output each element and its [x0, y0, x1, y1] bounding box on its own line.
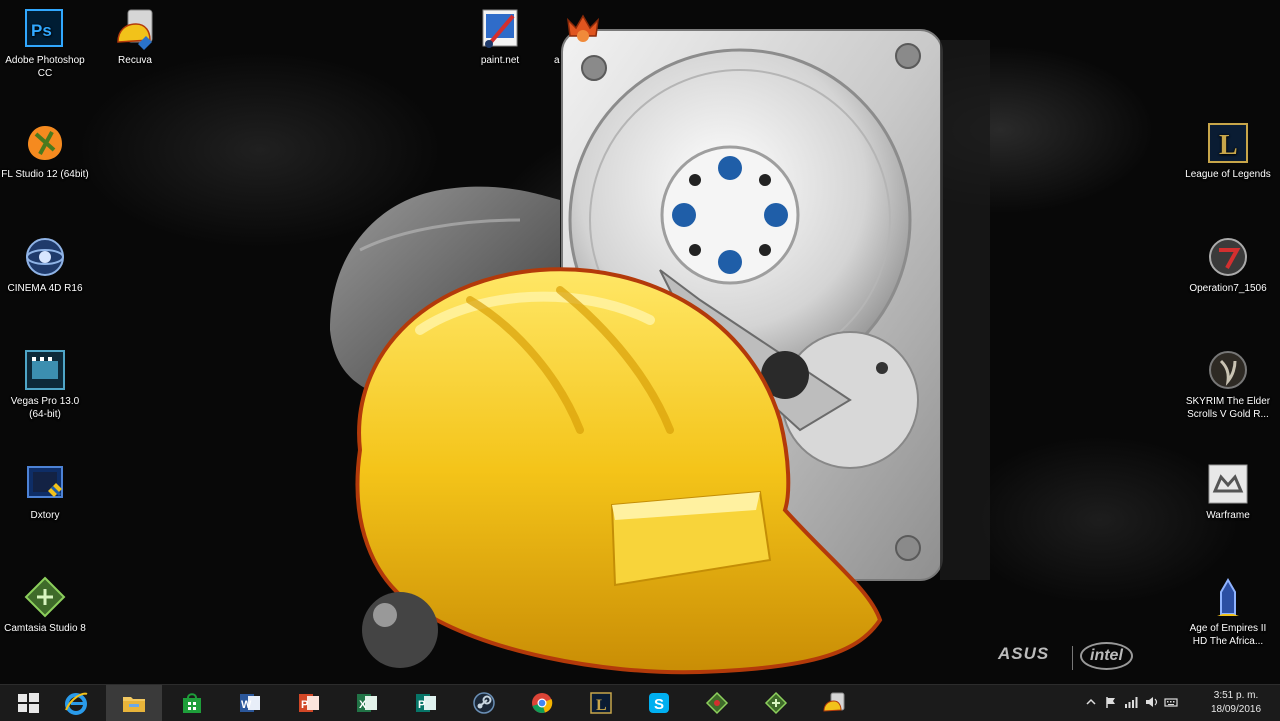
- warframe-icon: [1205, 461, 1251, 507]
- desktop-icon-label: paint.net: [480, 55, 520, 66]
- taskbar-file-explorer[interactable]: [106, 685, 162, 721]
- taskbar-chrome[interactable]: [514, 685, 570, 721]
- league-launcher-icon: L: [588, 690, 614, 716]
- league-of-legends-icon: L: [1205, 120, 1251, 166]
- taskbar-excel[interactable]: X: [339, 685, 395, 721]
- paint-net-icon: [477, 6, 523, 52]
- skype-icon: S: [646, 690, 672, 716]
- svg-text:X: X: [359, 699, 367, 711]
- dxtory-icon: [22, 461, 68, 507]
- desktop-icon-label: Adobe Photoshop CC: [5, 55, 85, 79]
- desktop-icon-label: Warframe: [1206, 510, 1250, 521]
- camtasia-recorder-icon: [704, 690, 730, 716]
- svg-text:W: W: [241, 699, 252, 711]
- desktop-icon-crown-app[interactable]: a: [546, 6, 600, 67]
- word-icon: W: [237, 690, 263, 716]
- desktop-icon-label: Operation7_1506: [1189, 283, 1267, 294]
- network-icon[interactable]: [1124, 695, 1138, 709]
- clock-time: 3:51 p. m.: [1213, 690, 1259, 701]
- taskbar-steam[interactable]: [456, 685, 512, 721]
- vegas-pro-icon: [22, 347, 68, 393]
- photoshop-icon: Ps: [22, 6, 68, 52]
- excel-icon: X: [354, 690, 380, 716]
- show-hidden-icons-icon[interactable]: [1084, 695, 1098, 709]
- taskbar-camtasia-recorder[interactable]: [689, 685, 745, 721]
- intel-brand-text: intel: [1080, 642, 1133, 670]
- asus-brand-text: ASUS: [998, 644, 1050, 663]
- desktop-icon-fl-studio[interactable]: FL Studio 12 (64bit): [1, 120, 89, 181]
- operation7-icon: [1205, 234, 1251, 280]
- svg-text:P: P: [301, 699, 308, 711]
- taskbar-league-launcher[interactable]: L: [573, 685, 629, 721]
- desktop-icon-operation7[interactable]: Operation7_1506: [1184, 234, 1272, 295]
- desktop-icon-vegas-pro[interactable]: Vegas Pro 13.0 (64-bit): [1, 347, 89, 421]
- volume-icon[interactable]: [1144, 695, 1158, 709]
- brand-divider: [1072, 646, 1073, 670]
- camtasia-icon: [22, 574, 68, 620]
- svg-text:Ps: Ps: [31, 21, 52, 40]
- taskbar-clock[interactable]: 3:51 p. m. 18/09/2016: [1206, 689, 1266, 717]
- publisher-icon: P: [413, 690, 439, 716]
- windows-start-icon: [15, 690, 41, 716]
- internet-explorer-icon: [63, 690, 89, 716]
- desktop-icon-label: a: [554, 55, 560, 66]
- skyrim-icon: [1205, 347, 1251, 393]
- desktop-icon-league-of-legends[interactable]: L League of Legends: [1184, 120, 1272, 181]
- taskbar-word[interactable]: W: [222, 685, 278, 721]
- desktop-icon-label: Recuva: [118, 55, 152, 66]
- powerpoint-icon: P: [296, 690, 322, 716]
- desktop-icon-skyrim[interactable]: SKYRIM The Elder Scrolls V Gold R...: [1184, 347, 1272, 421]
- svg-text:L: L: [1219, 130, 1238, 161]
- desktop-icon-paint-net[interactable]: paint.net: [456, 6, 544, 67]
- desktop-icon-label: Dxtory: [30, 510, 60, 521]
- fl-studio-icon: [22, 120, 68, 166]
- desktop-icon-dxtory[interactable]: Dxtory: [1, 461, 89, 522]
- age-of-empires-icon: [1205, 574, 1251, 620]
- svg-text:L: L: [596, 697, 607, 714]
- camtasia-studio-icon: [763, 690, 789, 716]
- desktop-icon-label: Camtasia Studio 8: [4, 623, 86, 634]
- keyboard-icon[interactable]: [1164, 695, 1178, 709]
- svg-text:P: P: [418, 699, 425, 711]
- desktop-icon-photoshop[interactable]: Ps Adobe Photoshop CC: [1, 6, 89, 80]
- taskbar-skype[interactable]: S: [631, 685, 687, 721]
- chrome-icon: [529, 690, 555, 716]
- desktop-icon-warframe[interactable]: Warframe: [1184, 461, 1272, 522]
- cinema4d-icon: [22, 234, 68, 280]
- steam-icon: [471, 690, 497, 716]
- desktop-icon-label: SKYRIM The Elder Scrolls V Gold R...: [1185, 396, 1271, 420]
- desktop-icon-label: FL Studio 12 (64bit): [1, 169, 89, 180]
- recuva-taskbar-icon: [821, 690, 847, 716]
- flag-icon[interactable]: [1104, 695, 1118, 709]
- desktop-icon-age-of-empires[interactable]: Age of Empires II HD The Africa...: [1184, 574, 1272, 648]
- desktop-icon-label: Vegas Pro 13.0 (64-bit): [10, 396, 80, 420]
- desktop-icon-label: CINEMA 4D R16: [7, 283, 83, 294]
- recuva-logo-artwork: [330, 29, 990, 675]
- file-explorer-icon: [121, 690, 147, 716]
- taskbar: W P X P L S 3:51 p. m. 18/09/2016: [0, 684, 1280, 721]
- taskbar-powerpoint[interactable]: P: [281, 685, 337, 721]
- desktop-icon-camtasia[interactable]: Camtasia Studio 8: [1, 574, 89, 635]
- recuva-icon: [112, 6, 158, 52]
- taskbar-windows-store[interactable]: [164, 685, 220, 721]
- taskbar-internet-explorer[interactable]: [48, 685, 104, 721]
- taskbar-recuva[interactable]: [806, 685, 862, 721]
- taskbar-publisher[interactable]: P: [398, 685, 454, 721]
- taskbar-camtasia-studio[interactable]: [748, 685, 804, 721]
- clock-date: 18/09/2016: [1210, 704, 1262, 715]
- svg-text:S: S: [654, 696, 664, 713]
- desktop-icon-label: Age of Empires II HD The Africa...: [1189, 623, 1267, 647]
- desktop-icon-cinema4d[interactable]: CINEMA 4D R16: [1, 234, 89, 295]
- app-crown-icon: [560, 6, 604, 52]
- desktop-icon-label: League of Legends: [1185, 169, 1271, 180]
- windows-store-icon: [179, 690, 205, 716]
- desktop-icon-recuva[interactable]: Recuva: [91, 6, 179, 67]
- system-tray: 3:51 p. m. 18/09/2016: [1080, 685, 1280, 721]
